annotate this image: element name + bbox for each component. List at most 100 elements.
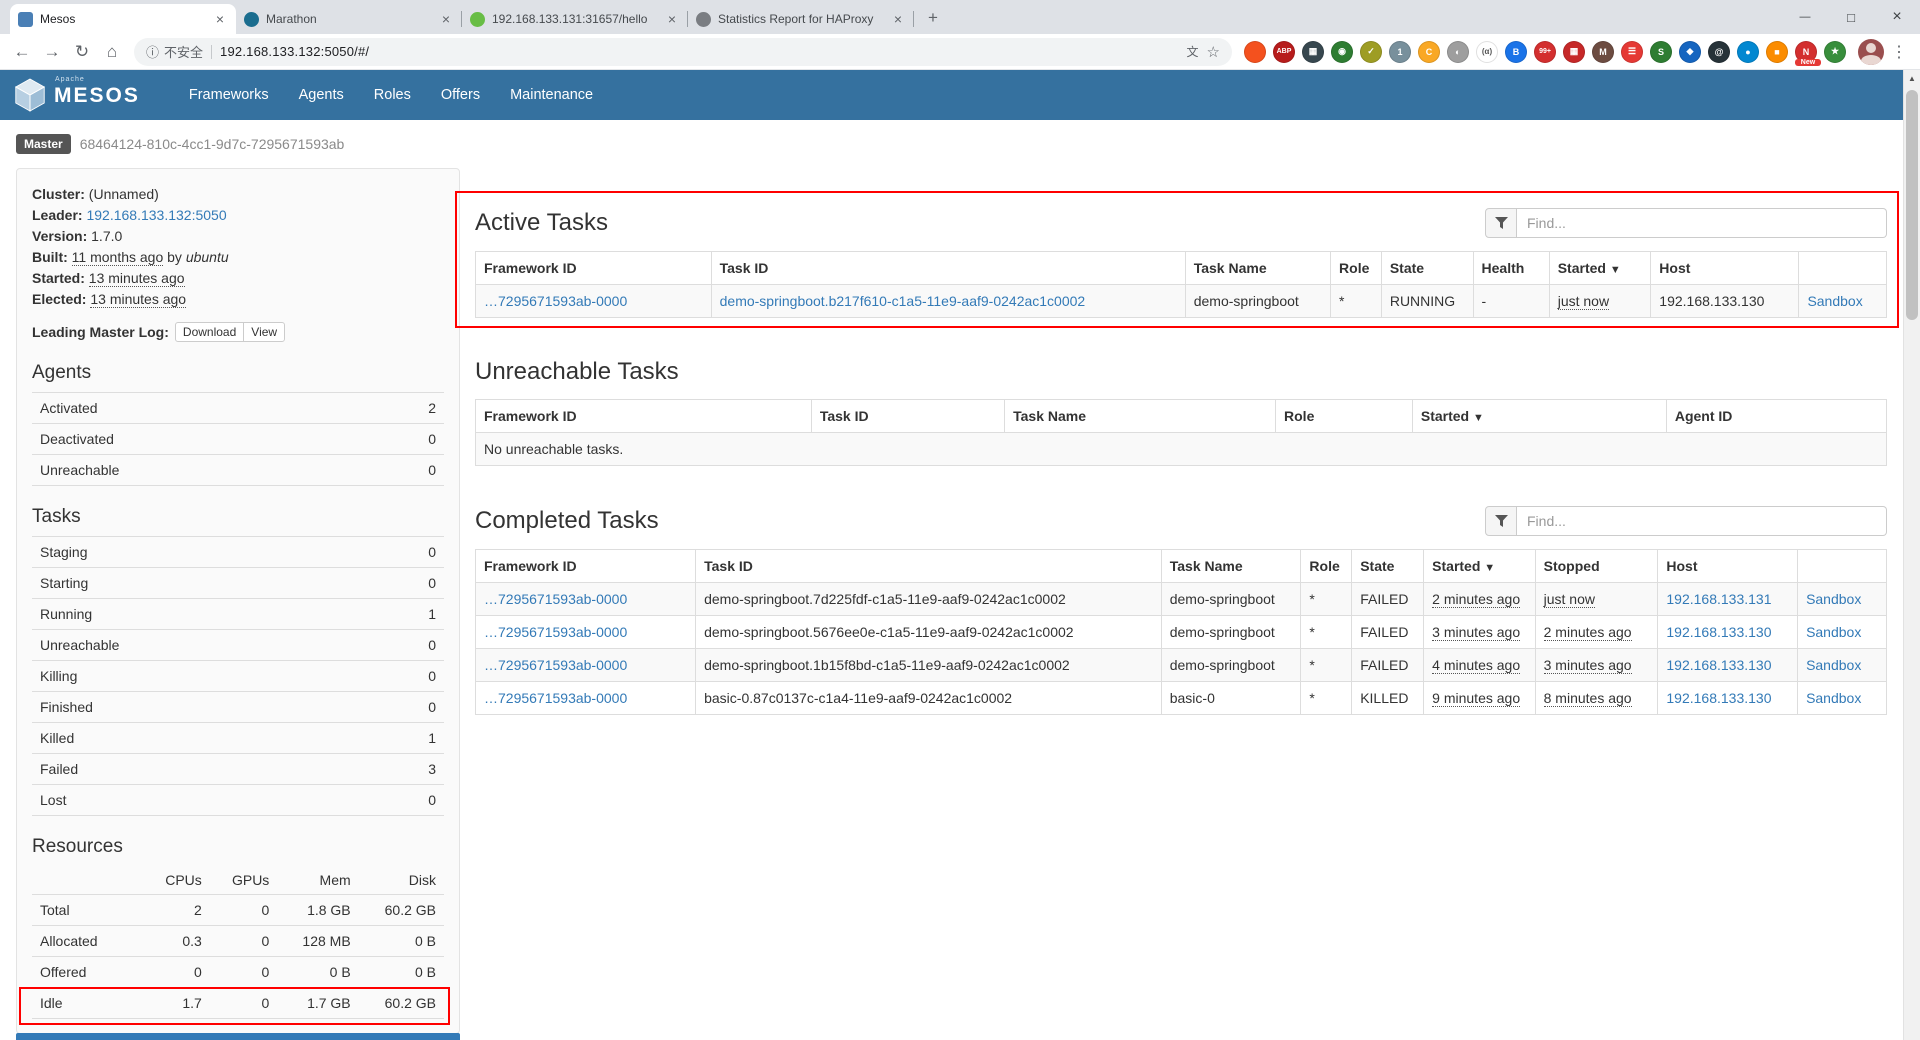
col-health[interactable]: Health [1473, 252, 1549, 285]
col-task-name[interactable]: Task Name [1161, 550, 1301, 583]
address-bar[interactable]: ⓘ 不安全 192.168.133.132:5050/#/ 文 ☆ [134, 38, 1232, 66]
extension-icon[interactable]: C [1418, 41, 1440, 63]
extension-icon[interactable]: ▦ [1302, 41, 1324, 63]
extension-icon[interactable]: 99+ [1534, 41, 1556, 63]
sandbox-link[interactable]: Sandbox [1806, 690, 1861, 706]
sandbox-link[interactable]: Sandbox [1806, 591, 1861, 607]
log-download-button[interactable]: Download [175, 322, 244, 342]
scrollbar-thumb[interactable] [1906, 90, 1918, 320]
col-stopped[interactable]: Stopped [1535, 550, 1658, 583]
extension-icon[interactable]: ◆ [1679, 41, 1701, 63]
col-role[interactable]: Role [1301, 550, 1352, 583]
extension-icon[interactable]: ✓ [1360, 41, 1382, 63]
host-link[interactable]: 192.168.133.130 [1666, 657, 1771, 673]
forward-icon[interactable]: → [38, 38, 66, 66]
host-link[interactable]: 192.168.133.131 [1666, 591, 1771, 607]
completed-find-input[interactable] [1517, 506, 1887, 536]
nav-item-roles[interactable]: Roles [359, 70, 426, 120]
extension-icon[interactable]: M [1592, 41, 1614, 63]
extension-with-badge[interactable]: N New [1795, 41, 1817, 63]
col-framework-id[interactable]: Framework ID [476, 252, 712, 285]
nav-item-offers[interactable]: Offers [426, 70, 495, 120]
framework-link[interactable]: …7295671593ab-0000 [484, 591, 627, 607]
profile-avatar[interactable] [1858, 39, 1884, 65]
sandbox-link[interactable]: Sandbox [1807, 293, 1862, 309]
extension-icon[interactable] [1244, 41, 1266, 63]
col-task-name[interactable]: Task Name [1005, 400, 1276, 433]
framework-link[interactable]: …7295671593ab-0000 [484, 293, 627, 309]
leader-link[interactable]: 192.168.133.132:5050 [86, 207, 226, 223]
extension-icon[interactable]: ◉ [1331, 41, 1353, 63]
col-framework-id[interactable]: Framework ID [476, 550, 696, 583]
page-scrollbar[interactable]: ▲ [1903, 70, 1920, 1040]
active-find-group [1485, 208, 1887, 238]
extension-icon[interactable]: S [1650, 41, 1672, 63]
mesos-brand[interactable]: Apache MESOS [14, 77, 140, 113]
host-link[interactable]: 192.168.133.130 [1666, 690, 1771, 706]
col-agent-id[interactable]: Agent ID [1666, 400, 1886, 433]
extension-icon[interactable]: ■ [1766, 41, 1788, 63]
col-started[interactable]: Started ▼ [1424, 550, 1535, 583]
translate-icon[interactable]: 文 [1187, 43, 1199, 60]
reload-icon[interactable]: ↻ [68, 38, 96, 66]
nav-item-maintenance[interactable]: Maintenance [495, 70, 608, 120]
col-host[interactable]: Host [1651, 252, 1799, 285]
filter-button[interactable] [1485, 506, 1517, 536]
close-tab-icon[interactable]: × [212, 11, 228, 27]
built-value: 11 months ago [72, 249, 164, 266]
col-role[interactable]: Role [1276, 400, 1413, 433]
url-text[interactable]: 192.168.133.132:5050/#/ [220, 44, 1187, 59]
col-state[interactable]: State [1381, 252, 1473, 285]
extension-icon[interactable]: ▦ [1563, 41, 1585, 63]
scroll-up-icon[interactable]: ▲ [1904, 70, 1920, 87]
sandbox-link[interactable]: Sandbox [1806, 657, 1861, 673]
browser-menu-icon[interactable]: ⋮ [1886, 39, 1912, 65]
tab-mesos[interactable]: Mesos × [10, 4, 236, 34]
host-link[interactable]: 192.168.133.130 [1666, 624, 1771, 640]
extension-icon[interactable]: (α) [1476, 41, 1498, 63]
extension-icon[interactable]: ● [1737, 41, 1759, 63]
close-tab-icon[interactable]: × [890, 11, 906, 27]
col-started[interactable]: Started ▼ [1412, 400, 1666, 433]
new-tab-button[interactable]: + [920, 5, 946, 31]
col-started[interactable]: Started ▼ [1549, 252, 1651, 285]
tab-spring-hello[interactable]: 192.168.133.131:31657/hello × [462, 4, 688, 34]
log-view-button[interactable]: View [243, 322, 285, 342]
col-task-id[interactable]: Task ID [711, 252, 1185, 285]
filter-button[interactable] [1485, 208, 1517, 238]
active-find-input[interactable] [1517, 208, 1887, 238]
close-tab-icon[interactable]: × [438, 11, 454, 27]
tab-haproxy-stats[interactable]: Statistics Report for HAProxy × [688, 4, 914, 34]
col-framework-id[interactable]: Framework ID [476, 400, 812, 433]
task-id-link[interactable]: demo-springboot.b217f610-c1a5-11e9-aaf9-… [720, 293, 1086, 309]
col-state[interactable]: State [1352, 550, 1424, 583]
framework-link[interactable]: …7295671593ab-0000 [484, 690, 627, 706]
minimize-button[interactable]: — [1782, 0, 1828, 34]
framework-link[interactable]: …7295671593ab-0000 [484, 624, 627, 640]
bookmark-star-icon[interactable]: ☆ [1207, 43, 1220, 61]
framework-link[interactable]: …7295671593ab-0000 [484, 657, 627, 673]
col-host[interactable]: Host [1658, 550, 1798, 583]
extension-icon[interactable]: ☰ [1621, 41, 1643, 63]
extension-icon[interactable]: ◐ [1447, 41, 1469, 63]
tab-marathon[interactable]: Marathon × [236, 4, 462, 34]
col-role[interactable]: Role [1331, 252, 1382, 285]
maximize-button[interactable]: □ [1828, 0, 1874, 34]
col-task-name[interactable]: Task Name [1185, 252, 1330, 285]
extension-icon[interactable]: @ [1708, 41, 1730, 63]
col-task-id[interactable]: Task ID [696, 550, 1162, 583]
extension-icon[interactable]: ★ [1824, 41, 1846, 63]
nav-item-frameworks[interactable]: Frameworks [174, 70, 284, 120]
home-icon[interactable]: ⌂ [98, 38, 126, 66]
info-icon[interactable]: ⓘ [146, 42, 159, 61]
col-task-id[interactable]: Task ID [811, 400, 1004, 433]
nav-item-agents[interactable]: Agents [284, 70, 359, 120]
extension-icon[interactable]: 1 [1389, 41, 1411, 63]
extension-icon[interactable]: ABP [1273, 41, 1295, 63]
sandbox-link[interactable]: Sandbox [1806, 624, 1861, 640]
close-tab-icon[interactable]: × [664, 11, 680, 27]
close-window-button[interactable]: × [1874, 0, 1920, 34]
extension-icon[interactable]: B [1505, 41, 1527, 63]
leader-label: Leader: [32, 207, 83, 223]
back-icon[interactable]: ← [8, 38, 36, 66]
